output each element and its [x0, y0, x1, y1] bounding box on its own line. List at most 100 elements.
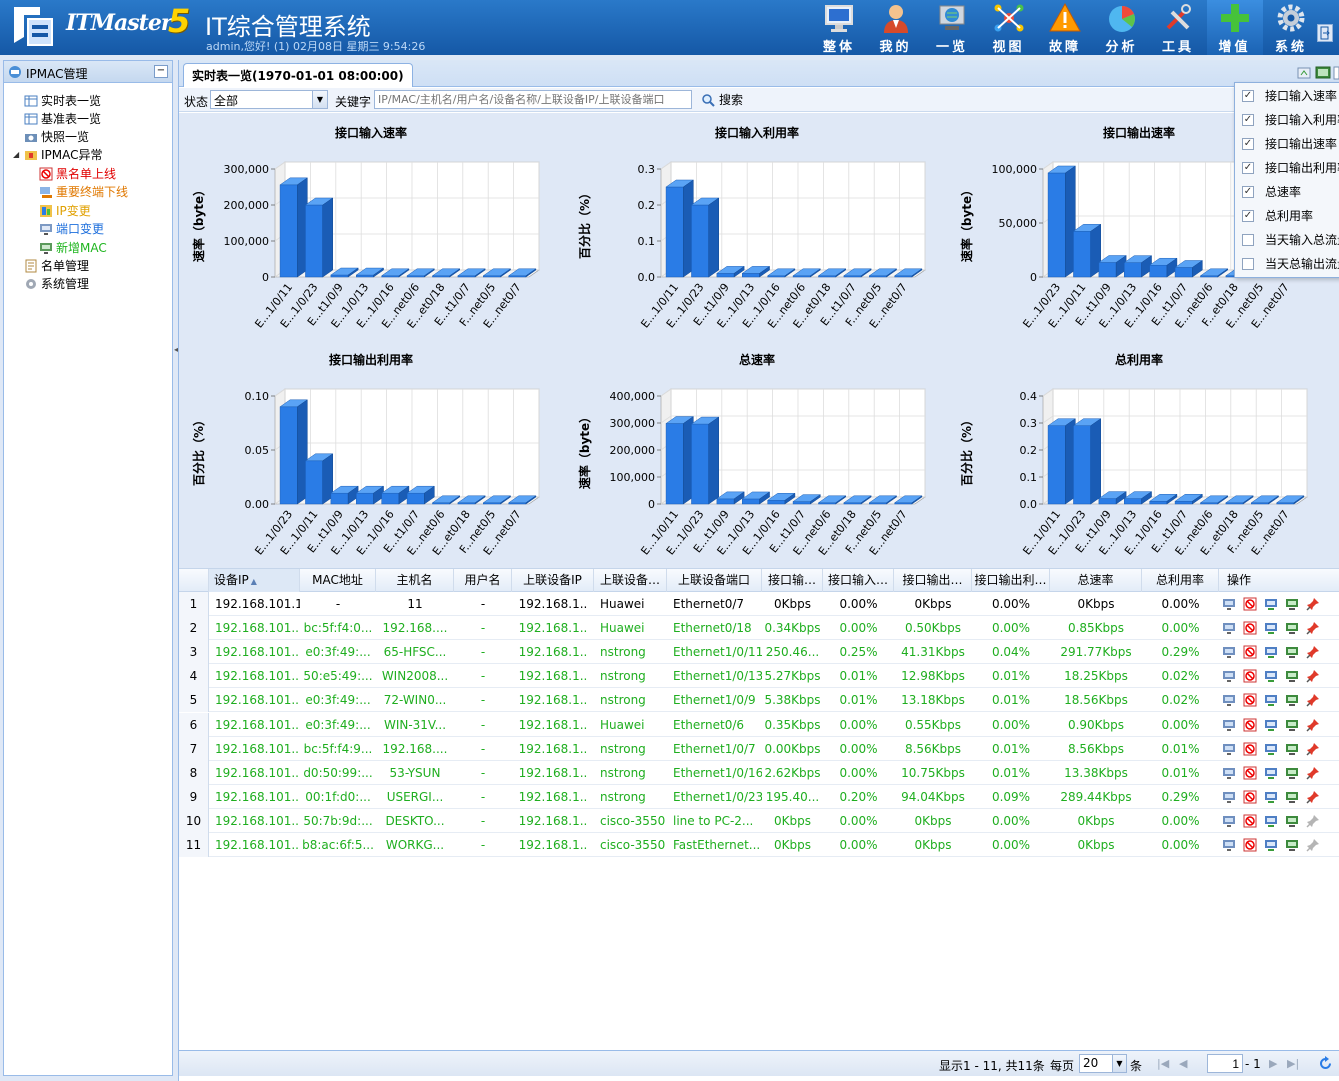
pin-action-icon[interactable] [1306, 838, 1320, 852]
checkbox[interactable]: ✓ [1242, 114, 1254, 126]
pin-action-icon[interactable] [1306, 669, 1320, 683]
col-header-mac[interactable]: MAC地址 [300, 569, 376, 592]
col-header-uplink-device[interactable]: 上联设备… [594, 569, 667, 592]
block-action-icon[interactable] [1243, 838, 1257, 852]
chevron-down-icon[interactable]: ▼ [312, 91, 327, 108]
tree-expand-icon[interactable]: ◢ [13, 146, 19, 164]
chevron-down-icon[interactable]: ▼ [1112, 1055, 1126, 1072]
keyword-input[interactable] [374, 90, 692, 109]
status-select[interactable]: 全部 ▼ [210, 90, 328, 109]
pin-action-icon[interactable] [1306, 766, 1320, 780]
block-action-icon[interactable] [1243, 742, 1257, 756]
block-action-icon[interactable] [1243, 718, 1257, 732]
pin-action-icon[interactable] [1306, 790, 1320, 804]
table-row[interactable]: 2 192.168.101... bc:5f:f4:0... 192.168.... -… [179, 616, 1339, 641]
monitor-action-icon[interactable] [1222, 621, 1236, 635]
monitor-action-icon[interactable] [1222, 669, 1236, 683]
chart-bar[interactable] [279, 399, 309, 505]
col-header-out-util[interactable]: 接口输出利… [972, 569, 1050, 592]
sidebar-collapse-button[interactable]: − [154, 65, 168, 78]
pin-action-icon[interactable] [1306, 814, 1320, 828]
page-number-input[interactable] [1207, 1054, 1243, 1073]
switch-action-icon[interactable] [1285, 718, 1299, 732]
table-row[interactable]: 3 192.168.101... e0:3f:49:... 65-HFSC... - 19… [179, 640, 1339, 665]
terminal-action-icon[interactable] [1264, 814, 1278, 828]
checkbox[interactable]: ✓ [1242, 162, 1254, 174]
terminal-action-icon[interactable] [1264, 669, 1278, 683]
block-action-icon[interactable] [1243, 790, 1257, 804]
pin-action-icon[interactable] [1306, 645, 1320, 659]
chart-bar[interactable] [304, 197, 334, 278]
col-header-total-util[interactable]: 总利用率 [1142, 569, 1219, 592]
monitor-action-icon[interactable] [1222, 814, 1236, 828]
chart-bar[interactable] [690, 416, 720, 505]
nav-item-pie-chart[interactable]: 分析 [1094, 0, 1150, 55]
block-action-icon[interactable] [1243, 693, 1257, 707]
monitor-action-icon[interactable] [1222, 766, 1236, 780]
monitor-action-icon[interactable] [1222, 645, 1236, 659]
monitor-action-icon[interactable] [1222, 718, 1236, 732]
column-menu-item[interactable]: ✓ 接口输出利用率 [1235, 156, 1339, 180]
table-row[interactable]: 6 192.168.101... e0:3f:49:... WIN-31V... - 19… [179, 712, 1339, 737]
nav-item-warning[interactable]: 故障 [1037, 0, 1093, 55]
table-row[interactable]: 7 192.168.101... bc:5f:f4:9... 192.168.... -… [179, 736, 1339, 761]
tab-realtime-table[interactable]: 实时表一览(1970-01-01 08:00:00) [183, 63, 413, 87]
table-row[interactable]: 1 192.168.101.1 - 11 - 192.168.1.. Huawei Ether… [179, 592, 1339, 616]
block-action-icon[interactable] [1243, 645, 1257, 659]
column-menu-item[interactable]: 当天输入总流量 [1235, 228, 1339, 252]
table-row[interactable]: 8 192.168.101... d0:50:99:... 53-YSUN - 192.1… [179, 760, 1339, 785]
table-row[interactable]: 11 192.168.101... b8:ac:6f:5... WORKG... - 19… [179, 833, 1339, 857]
terminal-action-icon[interactable] [1264, 766, 1278, 780]
nav-item-globe-monitor[interactable]: 一览 [924, 0, 980, 55]
table-row[interactable]: 10 192.168.101... 50:7b:9d:... DESKTO... - 19… [179, 808, 1339, 833]
checkbox[interactable] [1242, 258, 1254, 270]
col-header-device-ip[interactable]: 设备IP ▲ [209, 569, 300, 592]
col-header-in-rate[interactable]: 接口输… [762, 569, 823, 592]
col-header-username[interactable]: 用户名 [454, 569, 512, 592]
nav-item-gear[interactable]: 系统 [1263, 0, 1319, 55]
switch-action-icon[interactable] [1285, 838, 1299, 852]
block-action-icon[interactable] [1243, 814, 1257, 828]
prev-page-icon[interactable]: ◀ [1179, 1057, 1187, 1070]
column-menu-item[interactable]: ✓ 接口输入利用率 [1235, 108, 1339, 132]
col-header-uplink-ip[interactable]: 上联设备IP [512, 569, 594, 592]
sort-asc-icon[interactable]: ▲ [251, 577, 257, 586]
checkbox[interactable] [1242, 234, 1254, 246]
terminal-action-icon[interactable] [1264, 597, 1278, 611]
next-page-icon[interactable]: ▶ [1269, 1057, 1277, 1070]
terminal-action-icon[interactable] [1264, 621, 1278, 635]
terminal-action-icon[interactable] [1264, 838, 1278, 852]
pin-action-icon[interactable] [1306, 718, 1320, 732]
chart-bar[interactable] [1072, 223, 1102, 278]
nav-item-tools[interactable]: 工具 [1150, 0, 1206, 55]
switch-action-icon[interactable] [1285, 693, 1299, 707]
search-button[interactable]: 搜索 [701, 91, 743, 109]
checkbox[interactable]: ✓ [1242, 210, 1254, 222]
chart-bar[interactable] [665, 179, 695, 278]
col-header-out-rate[interactable]: 接口输出… [894, 569, 972, 592]
switch-action-icon[interactable] [1285, 669, 1299, 683]
nav-item-user[interactable]: 我的 [868, 0, 924, 55]
block-action-icon[interactable] [1243, 669, 1257, 683]
chart-bar[interactable] [1072, 418, 1102, 505]
terminal-action-icon[interactable] [1264, 790, 1278, 804]
col-header-hostname[interactable]: 主机名 [376, 569, 454, 592]
chart-bar[interactable] [690, 197, 720, 278]
first-page-icon[interactable]: |◀ [1157, 1057, 1169, 1070]
pin-action-icon[interactable] [1306, 742, 1320, 756]
monitor-action-icon[interactable] [1222, 790, 1236, 804]
terminal-action-icon[interactable] [1264, 645, 1278, 659]
table-row[interactable]: 5 192.168.101... e0:3f:49:... 72-WIN0... - 19… [179, 688, 1339, 713]
switch-action-icon[interactable] [1285, 814, 1299, 828]
pin-action-icon[interactable] [1306, 693, 1320, 707]
pin-action-icon[interactable] [1306, 621, 1320, 635]
chart-bar[interactable] [665, 416, 695, 505]
table-row[interactable]: 9 192.168.101... 00:1f:d0:... USERGI... - 192… [179, 784, 1339, 809]
chart-bar[interactable] [1047, 165, 1077, 278]
nav-item-monitor[interactable]: 整体 [811, 0, 867, 55]
block-action-icon[interactable] [1243, 597, 1257, 611]
column-menu-item[interactable]: ✓ 接口输入速率 [1235, 84, 1339, 108]
column-menu-item[interactable]: ✓ 总速率 [1235, 180, 1339, 204]
block-action-icon[interactable] [1243, 766, 1257, 780]
checkbox[interactable]: ✓ [1242, 138, 1254, 150]
